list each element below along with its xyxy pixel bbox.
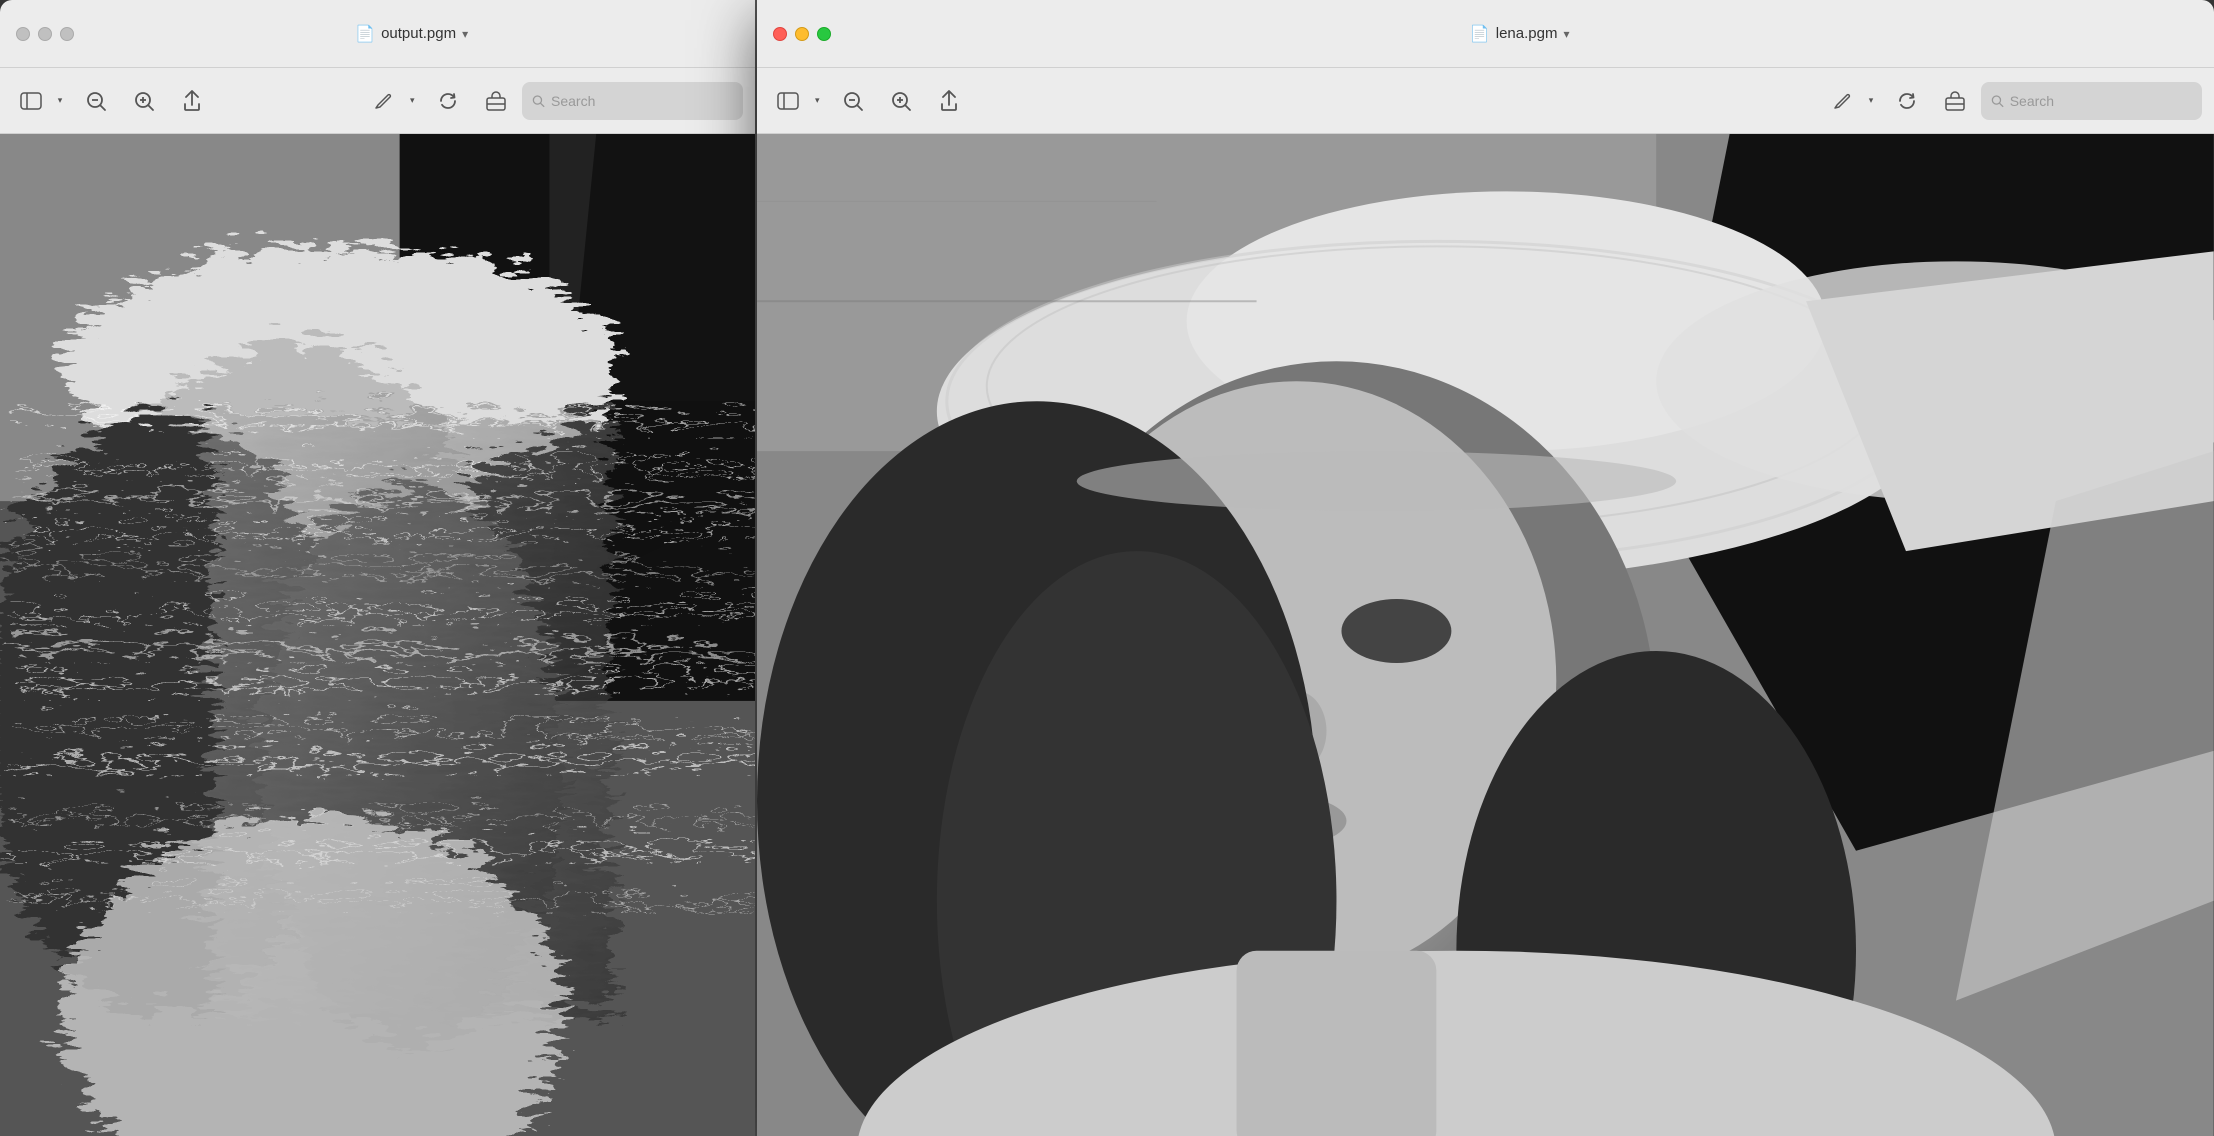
search-field-right[interactable] [1981, 82, 2202, 120]
close-button-right[interactable] [773, 27, 787, 41]
window-controls-right [773, 27, 831, 41]
toolbar-left: ▾ [0, 68, 755, 134]
maximize-button-right[interactable] [817, 27, 831, 41]
title-chevron-right[interactable]: ▾ [1563, 27, 1569, 41]
titlebar-left: 📄 output.pgm ▾ [0, 0, 755, 68]
annotate-arrow-btn-left[interactable]: ▾ [402, 82, 422, 120]
share-button-left[interactable] [170, 79, 214, 123]
sidebar-toggle-right[interactable]: ▾ [769, 82, 827, 120]
search-input-right[interactable] [2010, 93, 2192, 109]
search-field-left[interactable] [522, 82, 743, 120]
toolbox-button-left[interactable] [474, 79, 518, 123]
zoom-out-button-left[interactable] [74, 79, 118, 123]
doc-icon-left: 📄 [355, 24, 375, 44]
zoom-out-button-right[interactable] [831, 79, 875, 123]
window-left: 📄 output.pgm ▾ ▾ [0, 0, 755, 1136]
title-text-right: lena.pgm [1496, 25, 1558, 42]
zoom-in-button-right[interactable] [879, 79, 923, 123]
annotate-btn-left[interactable]: ▾ [364, 82, 422, 120]
sidebar-toggle-left[interactable]: ▾ [12, 82, 70, 120]
title-chevron-left[interactable]: ▾ [462, 27, 468, 41]
sidebar-arrow-btn-left[interactable]: ▾ [50, 82, 70, 120]
content-right [757, 134, 2214, 1136]
annotate-main-btn-left[interactable] [364, 82, 402, 120]
rotate-button-right[interactable] [1885, 79, 1929, 123]
annotate-arrow-btn-right[interactable]: ▾ [1861, 82, 1881, 120]
search-icon-right [1991, 94, 2004, 108]
doc-icon-right: 📄 [1470, 24, 1490, 44]
maximize-button-left[interactable] [60, 27, 74, 41]
minimize-button-left[interactable] [38, 27, 52, 41]
content-left [0, 134, 755, 1136]
sidebar-arrow-btn-right[interactable]: ▾ [807, 82, 827, 120]
title-text-left: output.pgm [381, 25, 456, 42]
close-button-left[interactable] [16, 27, 30, 41]
window-title-right: 📄 lena.pgm ▾ [1470, 24, 1570, 44]
annotate-btn-right[interactable]: ▾ [1823, 82, 1881, 120]
rotate-button-left[interactable] [426, 79, 470, 123]
window-controls-left [16, 27, 74, 41]
window-right: 📄 lena.pgm ▾ ▾ [757, 0, 2214, 1136]
annotate-main-btn-right[interactable] [1823, 82, 1861, 120]
search-icon-left [532, 94, 545, 108]
image-left [0, 134, 755, 1136]
titlebar-right: 📄 lena.pgm ▾ [757, 0, 2214, 68]
zoom-in-button-left[interactable] [122, 79, 166, 123]
search-input-left[interactable] [551, 93, 733, 109]
toolbox-button-right[interactable] [1933, 79, 1977, 123]
image-right [757, 134, 2214, 1136]
share-button-right[interactable] [927, 79, 971, 123]
minimize-button-right[interactable] [795, 27, 809, 41]
toolbar-right: ▾ [757, 68, 2214, 134]
window-title-left: 📄 output.pgm ▾ [355, 24, 468, 44]
sidebar-main-btn-right[interactable] [769, 82, 807, 120]
sidebar-main-btn-left[interactable] [12, 82, 50, 120]
